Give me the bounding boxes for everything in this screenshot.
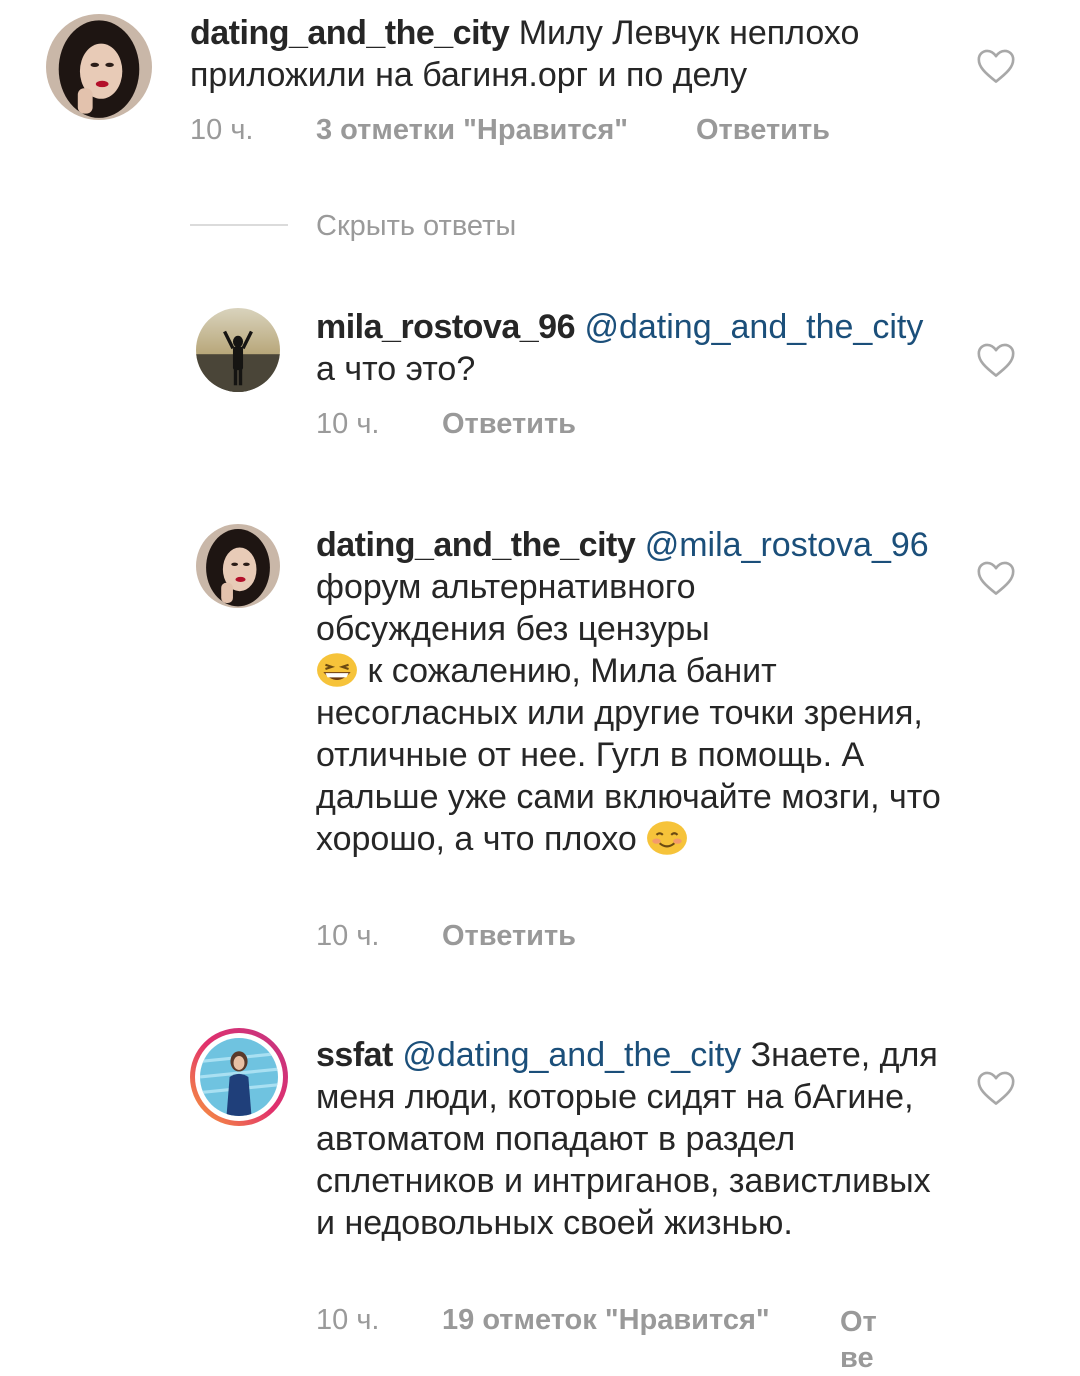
comment-username[interactable]: dating_and_the_city: [316, 526, 636, 564]
mention-link[interactable]: @mila_rostova_96: [645, 526, 929, 564]
reply-button[interactable]: Ответить: [442, 408, 576, 441]
grinning-squinting-face-emoji: [317, 653, 357, 687]
smiling-face-emoji: [647, 821, 688, 855]
avatar-image: [46, 14, 152, 120]
reply-button[interactable]: Ответить: [442, 920, 576, 953]
avatar-dating-and-the-city[interactable]: [46, 14, 152, 120]
comment-meta: 10 ч. Ответить: [316, 920, 816, 956]
comment-username[interactable]: dating_and_the_city: [190, 14, 510, 52]
mention-link[interactable]: @dating_and_the_city: [402, 1036, 741, 1074]
comment-time: 10 ч.: [316, 920, 380, 952]
reply-button-line1: От: [840, 1306, 877, 1338]
comment-3: dating_and_the_city @mila_rostova_96 фор…: [0, 508, 1080, 978]
mention-link[interactable]: @dating_and_the_city: [584, 308, 923, 346]
comment-4: ssfat @dating_and_the_city Знаете, для м…: [0, 1020, 1080, 1374]
heart-outline-icon[interactable]: [976, 342, 1016, 378]
heart-outline-icon[interactable]: [976, 560, 1016, 596]
avatar-ssfat-story-ring[interactable]: [190, 1028, 288, 1126]
avatar-photo: [200, 1038, 278, 1116]
comment-username[interactable]: ssfat: [316, 1036, 393, 1074]
comment-text-continued: к сожалению, Мила банит несогласных или …: [316, 652, 941, 858]
comment-body: ssfat @dating_and_the_city Знаете, для м…: [316, 1034, 946, 1244]
likes-count-link[interactable]: 3 отметки "Нравится": [316, 114, 628, 147]
comment-username[interactable]: mila_rostova_96: [316, 308, 576, 346]
comment-body: dating_and_the_city Милу Левчук неплохо …: [190, 12, 950, 96]
reply-button[interactable]: От ве: [840, 1304, 877, 1376]
avatar-image: [196, 308, 280, 392]
comment-2: mila_rostova_96 @dating_and_the_city а ч…: [0, 290, 1080, 460]
heart-outline-icon[interactable]: [976, 48, 1016, 84]
likes-count-link[interactable]: 19 отметок "Нравится": [442, 1304, 770, 1337]
comment-text: форум альтернативного обсуждения без цен…: [316, 568, 710, 648]
heart-outline-icon[interactable]: [976, 1070, 1016, 1106]
comment-meta: 10 ч. 3 отметки "Нравится" Ответить: [190, 114, 890, 150]
avatar-dating-and-the-city[interactable]: [196, 524, 280, 608]
comment-1: dating_and_the_city Милу Левчук неплохо …: [0, 0, 1080, 160]
comment-time: 10 ч.: [316, 408, 380, 440]
comment-meta: 10 ч. 19 отметок "Нравится": [316, 1304, 836, 1340]
comment-meta: 10 ч. Ответить: [316, 408, 816, 444]
reply-button[interactable]: Ответить: [696, 114, 830, 147]
avatar-mila-rostova-96[interactable]: [196, 308, 280, 392]
avatar-image: [196, 524, 280, 608]
comment-text: а что это?: [316, 350, 476, 388]
avatar-image: [200, 1038, 278, 1116]
comment-body: mila_rostova_96 @dating_and_the_city а ч…: [316, 306, 956, 390]
reply-button-line2: ве: [840, 1342, 874, 1374]
hide-replies-button[interactable]: Скрыть ответы: [316, 210, 516, 243]
thread-divider: [190, 224, 288, 226]
comment-body: dating_and_the_city @mila_rostova_96 фор…: [316, 524, 946, 860]
comment-time: 10 ч.: [316, 1304, 380, 1336]
comment-time: 10 ч.: [190, 114, 254, 146]
